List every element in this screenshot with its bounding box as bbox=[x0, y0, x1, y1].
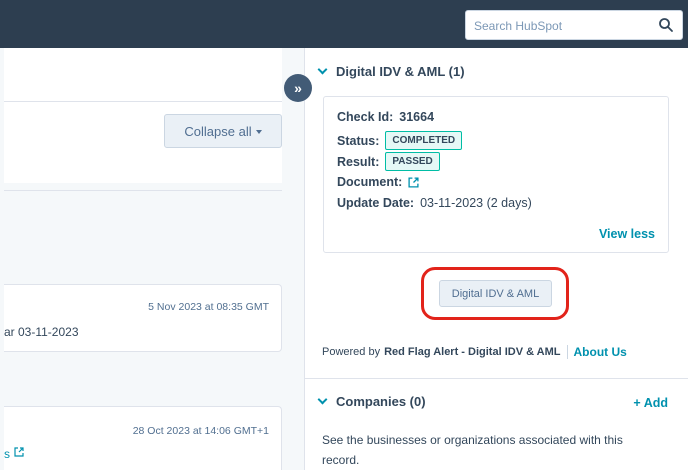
activity-timestamp: 28 Oct 2023 at 14:06 GMT+1 bbox=[132, 425, 269, 437]
divider bbox=[305, 378, 688, 379]
check-details-card: Check Id: 31664 Status: COMPLETED Result… bbox=[323, 96, 669, 253]
view-less-link[interactable]: View less bbox=[599, 227, 655, 241]
activity-timestamp: 5 Nov 2023 at 08:35 GMT bbox=[148, 301, 269, 313]
collapse-all-button[interactable]: Collapse all bbox=[164, 114, 282, 148]
collapse-all-label: Collapse all bbox=[184, 123, 252, 139]
status-badge: COMPLETED bbox=[385, 131, 463, 150]
update-date-label: Update Date: bbox=[337, 196, 415, 210]
powered-by: Powered by Red Flag Alert - Digital IDV … bbox=[322, 345, 627, 359]
external-link-icon[interactable] bbox=[14, 447, 24, 457]
companies-description: See the businesses or organizations asso… bbox=[322, 433, 623, 467]
status-row: Status: COMPLETED bbox=[337, 131, 463, 150]
chevron-down-icon bbox=[317, 394, 328, 405]
update-date-row: Update Date: 03-11-2023 (2 days) bbox=[337, 196, 532, 210]
search-box[interactable]: Search HubSpot bbox=[465, 10, 683, 40]
companies-section-header[interactable]: Companies (0) bbox=[317, 394, 426, 409]
result-badge: PASSED bbox=[385, 152, 440, 171]
document-label: Document: bbox=[337, 175, 403, 189]
result-row: Result: PASSED bbox=[337, 152, 440, 171]
activity-panel: Collapse all 5 Nov 2023 at 08:35 GMT ar … bbox=[0, 48, 304, 470]
check-id-value: 31664 bbox=[399, 110, 435, 124]
document-row: Document: bbox=[337, 175, 419, 189]
expand-sidebar-icon[interactable]: » bbox=[284, 74, 312, 102]
check-id-row: Check Id: 31664 bbox=[337, 110, 434, 124]
check-id-label: Check Id: bbox=[337, 110, 394, 124]
idv-section-header[interactable]: Digital IDV & AML (1) bbox=[317, 64, 465, 79]
digital-idv-aml-button[interactable]: Digital IDV & AML bbox=[439, 280, 552, 307]
activity-text: ar 03-11-2023 bbox=[4, 325, 79, 339]
add-company-button[interactable]: + Add bbox=[633, 396, 668, 410]
right-sidebar: Digital IDV & AML (1) Check Id: 31664 St… bbox=[304, 48, 688, 470]
separator bbox=[566, 345, 568, 359]
powered-by-brand: Red Flag Alert - Digital IDV & AML bbox=[384, 346, 561, 358]
caret-down-icon bbox=[255, 129, 262, 134]
powered-by-prefix: Powered by bbox=[322, 346, 381, 358]
idv-section-title: Digital IDV & AML (1) bbox=[336, 64, 465, 79]
companies-section-title: Companies (0) bbox=[336, 394, 426, 409]
about-us-link[interactable]: About Us bbox=[574, 345, 627, 359]
top-navigation-bar: Search HubSpot bbox=[0, 0, 688, 48]
chevron-down-icon bbox=[317, 64, 328, 75]
search-input[interactable]: Search HubSpot bbox=[474, 19, 562, 33]
external-link-icon[interactable] bbox=[408, 176, 419, 188]
search-icon[interactable] bbox=[658, 17, 674, 33]
activity-card[interactable]: 28 Oct 2023 at 14:06 GMT+1 s bbox=[4, 406, 282, 470]
status-label: Status: bbox=[337, 133, 380, 148]
activity-card[interactable]: 5 Nov 2023 at 08:35 GMT ar 03-11-2023 bbox=[4, 284, 282, 352]
divider bbox=[4, 190, 282, 191]
divider bbox=[4, 101, 282, 102]
result-label: Result: bbox=[337, 154, 380, 169]
activity-link[interactable]: s bbox=[4, 447, 10, 461]
update-date-value: 03-11-2023 (2 days) bbox=[420, 196, 532, 210]
